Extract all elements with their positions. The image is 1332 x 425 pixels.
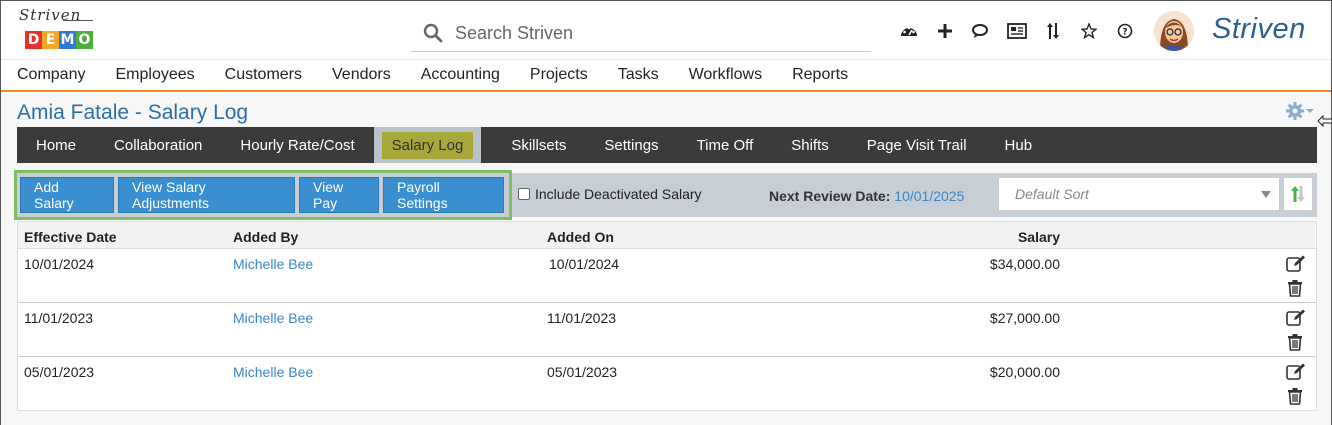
- include-deactivated-salary-checkbox[interactable]: Include Deactivated Salary: [518, 186, 702, 202]
- sort-selected-value: Default Sort: [1015, 186, 1089, 202]
- header-salary[interactable]: Salary: [978, 229, 1060, 245]
- nav-vendors[interactable]: Vendors: [332, 66, 391, 84]
- sort-arrows-icon[interactable]: [1035, 19, 1071, 43]
- cell-added-by-link[interactable]: Michelle Bee: [233, 310, 313, 326]
- sort-direction-icon: [1291, 186, 1305, 202]
- cell-effective-date: 10/01/2024: [24, 256, 95, 272]
- header-added-on[interactable]: Added On: [547, 229, 614, 245]
- view-salary-adjustments-button[interactable]: View Salary Adjustments: [118, 177, 295, 213]
- cell-salary: $20,000.00: [989, 364, 1060, 380]
- tab-collaboration[interactable]: Collaboration: [95, 127, 221, 163]
- demo-badge: D E M O: [25, 31, 93, 49]
- logo-underline: [63, 20, 93, 21]
- striven-demo-logo[interactable]: Striven D E M O: [17, 6, 97, 54]
- tab-time-off[interactable]: Time Off: [678, 127, 773, 163]
- demo-letter-m: M: [59, 31, 76, 49]
- nav-employees[interactable]: Employees: [115, 66, 194, 84]
- help-icon[interactable]: ?: [1107, 19, 1143, 43]
- gear-icon: [1286, 102, 1304, 120]
- tab-salary-log-label: Salary Log: [381, 131, 474, 159]
- search-icon: [411, 23, 455, 43]
- edit-icon[interactable]: [1286, 363, 1306, 381]
- main-navigation: Company Employees Customers Vendors Acco…: [1, 59, 1331, 92]
- cell-added-on: 05/01/2023: [547, 364, 618, 380]
- plus-icon[interactable]: [927, 19, 963, 43]
- search-input[interactable]: [455, 22, 835, 44]
- trash-icon[interactable]: [1286, 333, 1304, 351]
- sort-direction-button[interactable]: [1283, 177, 1313, 211]
- table-row: 11/01/2023 Michelle Bee 11/01/2023 $27,0…: [18, 303, 1316, 357]
- next-review-date: Next Review Date: 10/01/2025: [769, 188, 964, 204]
- next-review-value: 10/01/2025: [894, 188, 965, 204]
- user-avatar[interactable]: [1154, 11, 1194, 51]
- svg-text:?: ?: [1122, 28, 1127, 38]
- demo-letter-d: D: [25, 31, 42, 49]
- top-bar: Striven D E M O Search Striven ? Striven: [1, 1, 1331, 59]
- row-actions: [1286, 255, 1306, 297]
- checkbox-label: Include Deactivated Salary: [535, 186, 702, 202]
- row-actions: [1286, 309, 1306, 351]
- page-content: Amia Fatale - Salary Log Home Collaborat…: [1, 93, 1332, 425]
- tab-settings[interactable]: Settings: [585, 127, 677, 163]
- chat-icon[interactable]: [963, 19, 999, 43]
- header-added-by[interactable]: Added By: [233, 229, 298, 245]
- salary-toolbar: Add Salary View Salary Adjustments View …: [14, 170, 1317, 220]
- cell-added-on: 10/01/2024: [549, 256, 620, 272]
- global-search[interactable]: [411, 15, 871, 52]
- table-header: Effective Date Added By Added On Salary: [18, 222, 1316, 249]
- next-review-label: Next Review Date:: [769, 188, 891, 204]
- checkbox-box[interactable]: [518, 188, 530, 200]
- logo-script-text: Striven: [19, 6, 82, 24]
- header-effective-date[interactable]: Effective Date: [24, 229, 117, 245]
- payroll-settings-button[interactable]: Payroll Settings: [383, 177, 504, 213]
- tab-salary-log[interactable]: Salary Log: [373, 127, 482, 163]
- nav-accounting[interactable]: Accounting: [421, 66, 500, 84]
- nav-workflows[interactable]: Workflows: [689, 66, 763, 84]
- highlighted-button-group: Add Salary View Salary Adjustments View …: [14, 170, 512, 220]
- tab-page-visit-trail[interactable]: Page Visit Trail: [848, 127, 986, 163]
- nav-projects[interactable]: Projects: [530, 66, 588, 84]
- table-row: 05/01/2023 Michelle Bee 05/01/2023 $20,0…: [18, 357, 1316, 411]
- cell-effective-date: 05/01/2023: [24, 364, 95, 380]
- page-settings-menu[interactable]: [1285, 101, 1315, 121]
- add-salary-button[interactable]: Add Salary: [20, 177, 114, 213]
- employee-sub-navigation: Home Collaboration Hourly Rate/Cost Sala…: [17, 127, 1317, 163]
- tab-hourly-rate-cost[interactable]: Hourly Rate/Cost: [221, 127, 373, 163]
- table-row: 10/01/2024 Michelle Bee 10/01/2024 $34,0…: [18, 249, 1316, 303]
- top-icon-bar: ?: [891, 19, 1143, 43]
- demo-letter-o: O: [76, 31, 93, 49]
- cell-salary: $34,000.00: [989, 256, 1060, 272]
- salary-table: Effective Date Added By Added On Salary …: [17, 221, 1317, 411]
- chevron-down-icon: [1306, 109, 1314, 113]
- cell-added-by-link[interactable]: Michelle Bee: [233, 364, 313, 380]
- tab-skillsets[interactable]: Skillsets: [492, 127, 585, 163]
- nav-tasks[interactable]: Tasks: [618, 66, 659, 84]
- cell-added-on: 11/01/2023: [547, 310, 617, 326]
- tab-shifts[interactable]: Shifts: [772, 127, 848, 163]
- mouse-cursor-icon: [1317, 113, 1332, 134]
- chevron-down-icon: [1261, 191, 1271, 198]
- row-actions: [1286, 363, 1306, 405]
- nav-reports[interactable]: Reports: [792, 66, 848, 84]
- cell-salary: $27,000.00: [989, 310, 1060, 326]
- nav-company[interactable]: Company: [17, 66, 85, 84]
- trash-icon[interactable]: [1286, 279, 1304, 297]
- edit-icon[interactable]: [1286, 309, 1306, 327]
- edit-icon[interactable]: [1286, 255, 1306, 273]
- dashboard-icon[interactable]: [891, 19, 927, 43]
- tab-home[interactable]: Home: [17, 127, 95, 163]
- nav-customers[interactable]: Customers: [225, 66, 302, 84]
- cell-effective-date: 11/01/2023: [24, 310, 94, 326]
- view-pay-button[interactable]: View Pay: [299, 177, 379, 213]
- demo-letter-e: E: [42, 31, 59, 49]
- newspaper-icon[interactable]: [999, 19, 1035, 43]
- tab-hub[interactable]: Hub: [986, 127, 1052, 163]
- star-icon[interactable]: [1071, 19, 1107, 43]
- sort-dropdown[interactable]: Default Sort: [998, 177, 1280, 211]
- page-title: Amia Fatale - Salary Log: [17, 101, 249, 124]
- cell-added-by-link[interactable]: Michelle Bee: [233, 256, 313, 272]
- trash-icon[interactable]: [1286, 387, 1304, 405]
- striven-brand-logo[interactable]: Striven: [1212, 13, 1306, 46]
